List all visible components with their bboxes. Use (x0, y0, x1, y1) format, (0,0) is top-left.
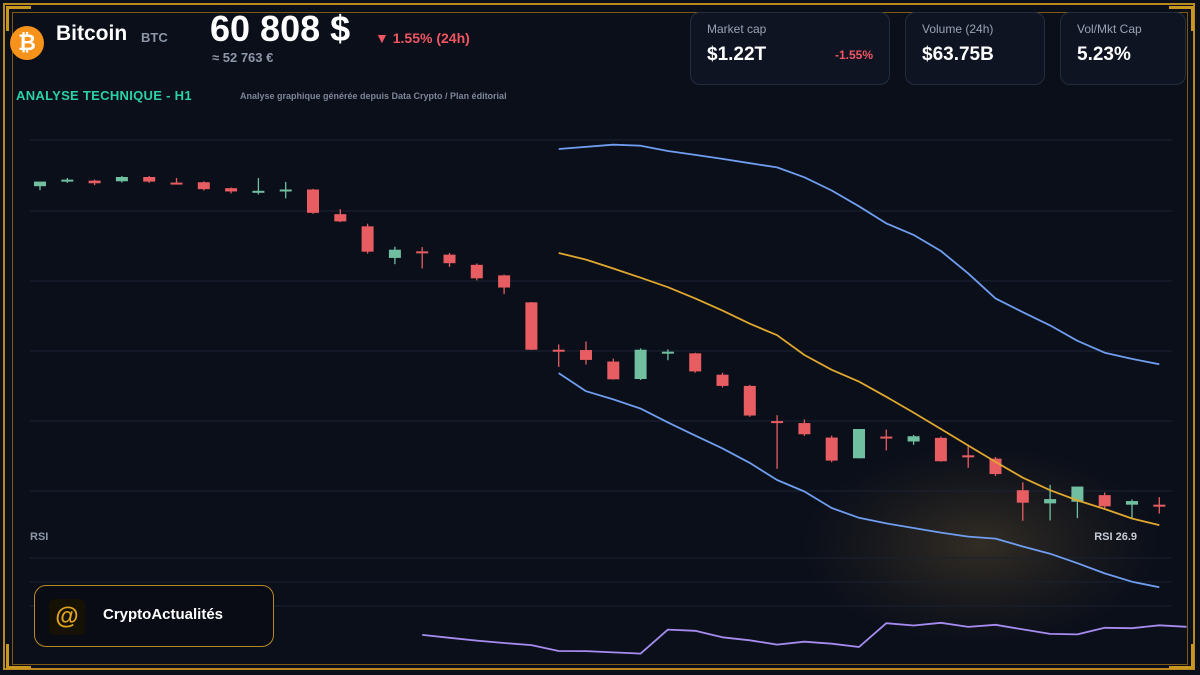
candle-body (907, 436, 920, 442)
candle-body (498, 275, 511, 288)
candle-body (661, 351, 674, 354)
card-value: 5.23% (1077, 44, 1131, 65)
candle-body (853, 429, 865, 459)
candle-body (1153, 504, 1166, 507)
card-value: $63.75B (922, 44, 994, 65)
candle-body (443, 254, 456, 264)
vol-mkt-cap-card: Vol/Mkt Cap 5.23% (1060, 12, 1186, 85)
candle-body (607, 361, 620, 380)
rsi-value-label: RSI 26.9 (1094, 531, 1137, 543)
card-label: Market cap (707, 22, 767, 36)
candle-body (880, 436, 893, 439)
chart-grid (30, 139, 1172, 492)
candle-body (771, 421, 784, 424)
analysis-subtitle: Analyse graphique générée depuis Data Cr… (240, 91, 507, 101)
candle-body (170, 182, 183, 185)
candle-body (388, 249, 401, 258)
candle-body (88, 180, 101, 184)
card-label: Volume (24h) (922, 22, 994, 36)
candle-body (307, 189, 319, 213)
candle-body (634, 349, 647, 379)
coin-symbol: BTC (141, 30, 168, 45)
candle-body (115, 176, 128, 182)
rsi-line (422, 621, 1187, 655)
candle-body (279, 189, 292, 192)
candle-body (34, 181, 46, 187)
candle-body (361, 226, 374, 252)
candle-body (470, 264, 483, 279)
candle-body (798, 423, 811, 435)
candle-body (1016, 490, 1029, 503)
middle-band-line (558, 252, 1160, 526)
candle-body (197, 182, 210, 190)
candle-body (962, 455, 975, 458)
brand-name: CryptoActualités (103, 606, 224, 623)
candles (34, 176, 1166, 521)
candle-body (825, 437, 838, 461)
candle-body (416, 251, 429, 254)
candle-body (525, 302, 538, 350)
candle-body (1098, 495, 1111, 507)
coin-price-eur: ≈ 52 763 € (212, 50, 274, 65)
candle-body (61, 179, 74, 182)
card-label: Vol/Mkt Cap (1077, 22, 1142, 36)
rsi-label: RSI (30, 531, 48, 543)
upper-band-line (558, 143, 1160, 366)
price-change-24h: ▼ 1.55% (24h) (375, 30, 470, 46)
lower-band-line (558, 372, 1160, 589)
card-change: -1.55% (834, 48, 873, 62)
candle-body (252, 190, 265, 193)
candle-body (552, 349, 565, 352)
at-sign-icon: @ (49, 599, 85, 635)
candle-body (743, 385, 756, 416)
candle-body (334, 214, 347, 222)
candle-body (716, 374, 729, 386)
volume-card: Volume (24h) $63.75B (905, 12, 1045, 85)
candle-body (580, 350, 592, 360)
analysis-label: ANALYSE TECHNIQUE - H1 (16, 88, 192, 103)
candle-body (1126, 501, 1138, 505)
card-value: $1.22T (707, 44, 767, 65)
market-cap-card: Market cap $1.22T -1.55% (690, 12, 890, 85)
candle-body (1044, 499, 1057, 504)
candle-body (934, 437, 947, 462)
brand-badge: @ CryptoActualités (34, 585, 274, 647)
candle-body (689, 353, 702, 372)
bitcoin-icon: ₿ (10, 26, 44, 60)
coin-name: Bitcoin (56, 22, 128, 45)
candle-body (225, 188, 238, 192)
coin-price: 60 808 $ (210, 8, 351, 49)
candle-body (143, 176, 156, 182)
